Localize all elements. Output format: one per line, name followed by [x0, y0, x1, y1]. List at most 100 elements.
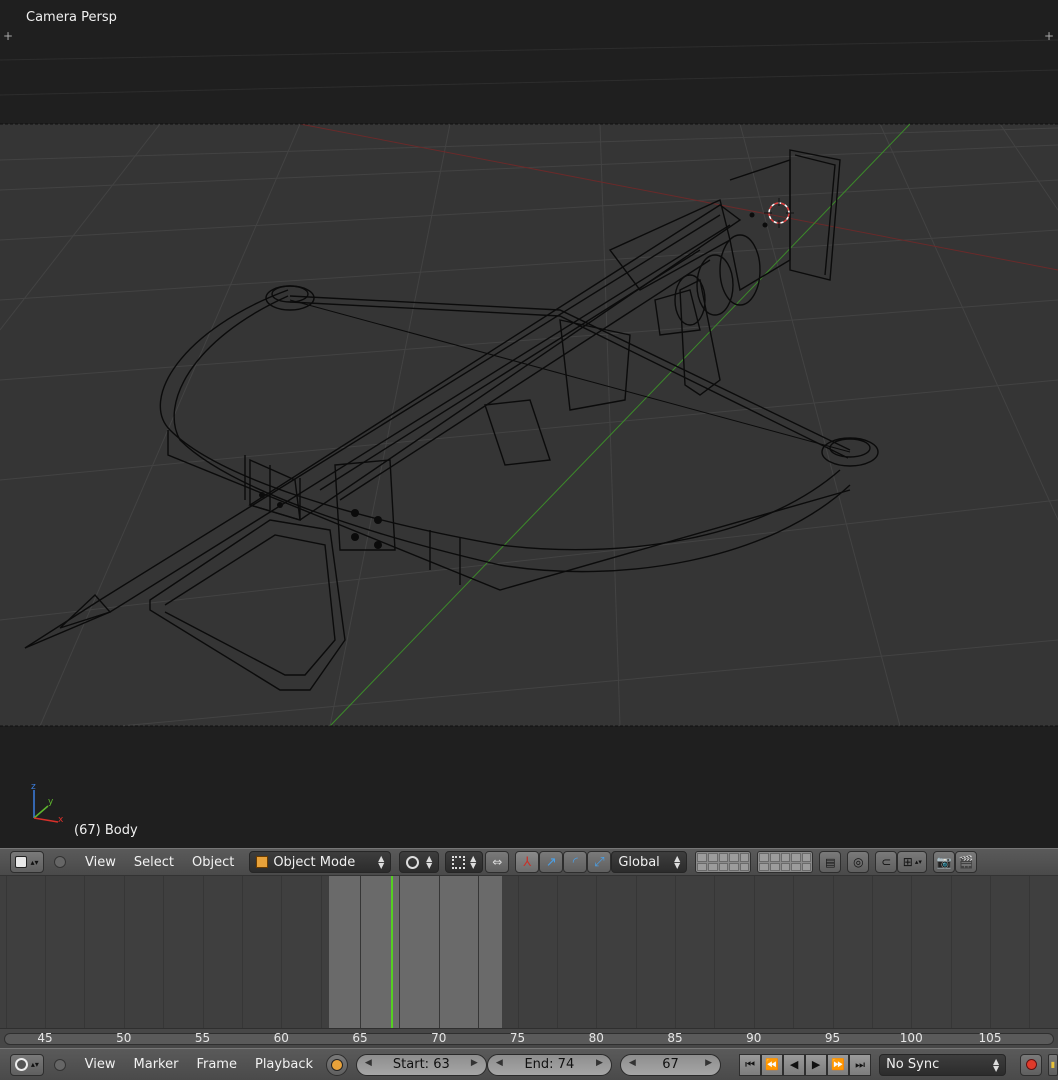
orientation-dropdown[interactable]: Global ▲ ▼: [611, 851, 688, 873]
chevron-right-icon[interactable]: ▶: [596, 1058, 603, 1068]
keyframe-forward-icon: ⏩: [831, 1058, 845, 1071]
snap-toggle[interactable]: ⊂: [875, 851, 898, 873]
editor-type-icon: [15, 856, 28, 868]
chevron-right-icon[interactable]: ▶: [471, 1058, 478, 1068]
pivot-dropdown[interactable]: ▲ ▼: [445, 851, 484, 873]
render-button[interactable]: 📷: [933, 851, 956, 873]
timeline-gridline: [911, 876, 913, 1028]
menu-marker[interactable]: Marker: [125, 1057, 188, 1072]
clock-icon: [330, 1058, 343, 1071]
timeline-scrollbar[interactable]: [4, 1033, 1054, 1045]
chevron-updown-icon: ▲ ▼: [470, 854, 477, 870]
chevron-right-icon[interactable]: ▶: [705, 1058, 712, 1068]
rotate-manipulator-button[interactable]: ◜: [563, 851, 588, 873]
area-split-corner-icon[interactable]: +: [3, 30, 13, 42]
viewport-shading-dropdown[interactable]: ▲ ▼: [399, 851, 440, 873]
timeline-gridline: [753, 876, 755, 1028]
chevron-updown-icon: ▲ ▼: [674, 854, 681, 870]
collapse-menu-icon[interactable]: [53, 1058, 66, 1071]
menu-view[interactable]: View: [76, 855, 125, 870]
keying-set-button[interactable]: ▮: [1048, 1053, 1058, 1076]
timeline-tick-label: 80: [588, 1031, 604, 1045]
chevron-left-icon[interactable]: ◀: [365, 1058, 372, 1068]
play-reverse-button[interactable]: ◀: [783, 1053, 806, 1076]
layers-grid-1[interactable]: [695, 851, 752, 873]
chevron-left-icon[interactable]: ◀: [496, 1058, 503, 1068]
menu-object[interactable]: Object: [183, 855, 243, 870]
scale-manipulator-button[interactable]: ⤢: [587, 851, 612, 873]
scale-icon: ⤢: [594, 854, 605, 870]
timeline-gridline: [950, 876, 952, 1028]
use-preview-range-toggle[interactable]: [326, 1053, 348, 1076]
timeline-gridline: [202, 876, 204, 1028]
timeline-gridline: [45, 876, 46, 1028]
timeline-tick-label: 105: [978, 1031, 1002, 1045]
current-frame-value: 67: [662, 1057, 679, 1072]
playback-controls: ⏮ ⏪ ◀ ▶ ⏩ ⏭: [739, 1053, 872, 1076]
auto-keying-button[interactable]: [1020, 1053, 1043, 1076]
end-frame-field[interactable]: ◀ End: 74 ▶: [486, 1053, 612, 1076]
current-frame-indicator[interactable]: [390, 876, 393, 1028]
current-frame-field[interactable]: ◀ 67 ▶: [619, 1053, 722, 1076]
rotate-icon: ◜: [572, 854, 578, 870]
timeline-gridline: [793, 876, 795, 1028]
area-split-corner-icon[interactable]: +: [1044, 30, 1054, 42]
timeline-gridline: [84, 876, 86, 1028]
jump-end-icon: ⏭: [855, 1057, 866, 1071]
editor-type-button[interactable]: ▴▾: [10, 851, 44, 873]
jump-to-end-button[interactable]: ⏭: [849, 1053, 872, 1076]
timeline-gridline: [714, 876, 716, 1028]
menu-select[interactable]: Select: [125, 855, 183, 870]
editor-type-button[interactable]: ▴▾: [10, 1053, 44, 1076]
camera-frame: [0, 124, 1058, 726]
end-frame-value: End: 74: [524, 1057, 575, 1072]
layers-grid-2[interactable]: [757, 851, 814, 873]
timeline-gridline: [123, 876, 125, 1028]
chevron-left-icon[interactable]: ◀: [629, 1058, 636, 1068]
gizmo-y-label: y: [48, 797, 54, 807]
render-animation-button[interactable]: 🎬: [955, 851, 978, 873]
timeline-tick-label: 95: [824, 1031, 841, 1045]
viewport-shading-icon: [406, 855, 420, 869]
sync-mode-dropdown[interactable]: No Sync ▲ ▼: [879, 1053, 1007, 1076]
proportional-edit-button[interactable]: ◎: [847, 851, 870, 873]
frame-range-highlight: [328, 876, 502, 1028]
scene-canvas[interactable]: z y x: [0, 0, 1058, 848]
layers-icon: ▤: [825, 855, 836, 869]
chevron-updown-icon: ▲ ▼: [378, 854, 385, 870]
timeline-tick-label: 50: [116, 1031, 132, 1045]
timeline-gridline: [320, 876, 322, 1028]
timeline-gridline: [596, 876, 598, 1028]
start-frame-field[interactable]: ◀ Start: 63 ▶: [355, 1053, 487, 1076]
menu-view[interactable]: View: [76, 1057, 125, 1072]
timeline-gridline: [5, 876, 7, 1028]
pivot-align-button[interactable]: ⇔: [485, 851, 510, 873]
manipulator-toggle[interactable]: ⅄: [515, 851, 540, 873]
lock-layers-button[interactable]: ▤: [819, 851, 842, 873]
3d-viewport[interactable]: z y x Camera Persp (67) Body + +: [0, 0, 1058, 848]
timeline-editor[interactable]: 45 50 55 60 65 70 75 80 85 90 95 100 105: [0, 876, 1058, 1048]
timeline-gridline: [635, 876, 637, 1028]
mode-dropdown[interactable]: Object Mode ▲ ▼: [249, 851, 392, 873]
timeline-tick-label: 85: [667, 1031, 683, 1045]
view-name-label: Camera Persp: [26, 10, 117, 25]
translate-manipulator-button[interactable]: ↗: [539, 851, 564, 873]
jump-to-start-button[interactable]: ⏮: [739, 1053, 762, 1076]
jump-keyframe-forward-button[interactable]: ⏩: [827, 1053, 850, 1076]
timeline-gridline: [281, 876, 283, 1028]
timeline-tick-label: 90: [746, 1031, 762, 1045]
snap-grid-icon: ⊞: [902, 855, 913, 869]
chevron-updown-icon: ▴▾: [30, 857, 39, 867]
play-button[interactable]: ▶: [805, 1053, 828, 1076]
collapse-menu-icon[interactable]: [54, 856, 66, 868]
snap-element-dropdown[interactable]: ⊞ ▴▾: [897, 851, 928, 873]
gizmo-z-label: z: [31, 782, 36, 792]
timeline-ruler[interactable]: 45 50 55 60 65 70 75 80 85 90 95 100 105: [0, 1028, 1058, 1048]
menu-playback[interactable]: Playback: [246, 1057, 322, 1072]
snap-icon: ⊂: [881, 855, 892, 869]
timeline-gridline: [360, 876, 361, 1028]
timeline-gridline: [556, 876, 558, 1028]
jump-keyframe-back-button[interactable]: ⏪: [761, 1053, 784, 1076]
menu-frame[interactable]: Frame: [187, 1057, 246, 1072]
timeline-header: ▴▾ View Marker Frame Playback ◀ Start: 6…: [0, 1048, 1058, 1080]
